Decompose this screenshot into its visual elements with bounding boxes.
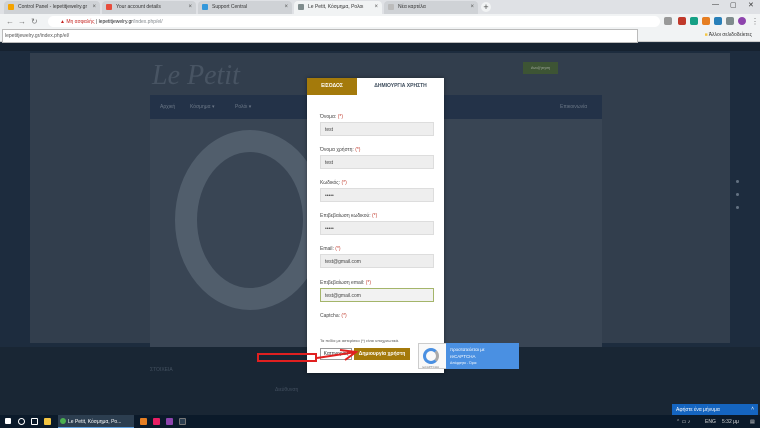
annotation-arrow: [316, 349, 359, 361]
taskbar: Le Petit, Κόσμημα, Ρο... ⌃ ▭ ♪ ENG 5:32 …: [0, 415, 760, 428]
app-icon[interactable]: [140, 418, 147, 425]
file-explorer-icon[interactable]: [44, 418, 51, 425]
app-icon[interactable]: [179, 418, 186, 425]
taskbar-chrome-app[interactable]: Le Petit, Κόσμημα, Ρο...: [58, 415, 134, 428]
language-indicator[interactable]: ENG: [705, 419, 716, 425]
chat-widget[interactable]: Αφήστε ένα μήνυμα ˄: [672, 404, 758, 415]
clock[interactable]: 5:32 μμ: [722, 419, 739, 425]
chevron-up-icon: ˄: [751, 406, 754, 412]
search-icon[interactable]: [18, 418, 25, 425]
app-icon[interactable]: [166, 418, 173, 425]
tray-icons[interactable]: ⌃ ▭ ♪: [676, 419, 690, 425]
windows-start-icon[interactable]: [5, 418, 11, 424]
chrome-icon: [60, 418, 66, 424]
app-icon[interactable]: [153, 418, 160, 425]
task-view-icon[interactable]: [31, 418, 38, 425]
notifications-icon[interactable]: ▤: [750, 419, 755, 425]
